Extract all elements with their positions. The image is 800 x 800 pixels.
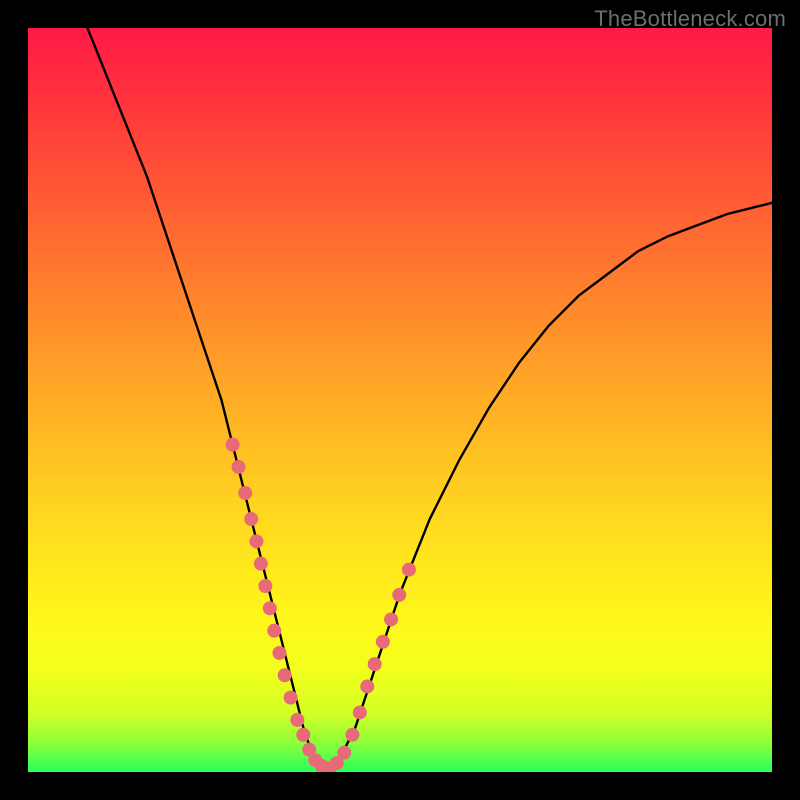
highlight-point (368, 657, 382, 671)
highlight-point (258, 579, 272, 593)
highlight-point (267, 624, 281, 638)
highlight-point (232, 460, 246, 474)
highlight-point (392, 588, 406, 602)
chart-svg (28, 28, 772, 772)
highlight-point (296, 728, 310, 742)
highlight-points (226, 438, 416, 772)
highlight-point (345, 728, 359, 742)
highlight-point (384, 612, 398, 626)
highlight-point (254, 557, 268, 571)
highlight-point (290, 713, 304, 727)
highlight-point (226, 438, 240, 452)
highlight-point (263, 601, 277, 615)
highlight-point (272, 646, 286, 660)
highlight-point (284, 691, 298, 705)
highlight-point (337, 746, 351, 760)
highlight-point (278, 668, 292, 682)
chart-frame: TheBottleneck.com (0, 0, 800, 800)
highlight-point (402, 563, 416, 577)
highlight-point (249, 534, 263, 548)
highlight-point (238, 486, 252, 500)
highlight-point (376, 635, 390, 649)
highlight-point (244, 512, 258, 526)
highlight-point (353, 705, 367, 719)
highlight-point (360, 679, 374, 693)
plot-area (28, 28, 772, 772)
bottleneck-curve (88, 28, 772, 772)
